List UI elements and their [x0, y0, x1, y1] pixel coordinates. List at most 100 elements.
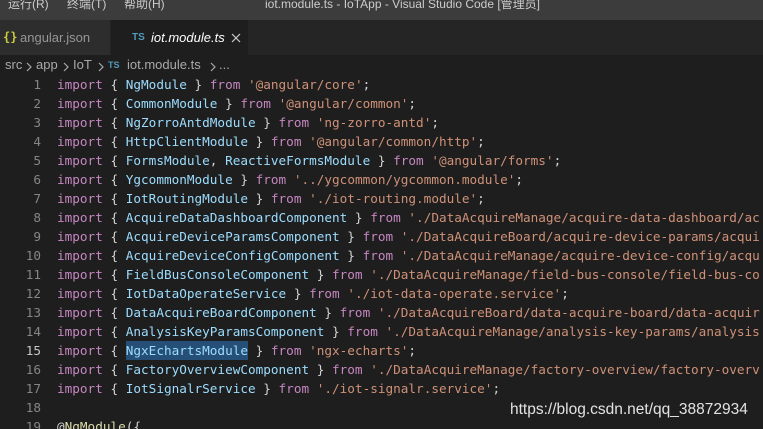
string-literal-token: '@angular/forms' [431, 153, 554, 168]
code-line[interactable]: import { YgcommonModule } from '../ygcom… [57, 170, 763, 189]
code-line[interactable]: import { NgxEchartsModule } from 'ngx-ec… [57, 341, 763, 360]
code-line[interactable]: import { FactoryOverviewComponent } from… [57, 360, 763, 379]
string-literal-token: './DataAcquireManage/acquire-data-dashbo… [408, 210, 760, 225]
keyword-token: import [57, 267, 103, 282]
keyword-token: from [332, 362, 363, 377]
breadcrumb-item-file[interactable]: iot.module.ts [127, 55, 201, 75]
tab-iot-module-ts[interactable]: TS iot.module.ts [111, 20, 248, 55]
punctuation-token: ; [561, 286, 569, 301]
keyword-token: from [362, 248, 394, 263]
breadcrumb-item-iot[interactable]: IoT [73, 55, 92, 75]
chevron-right-icon [96, 60, 106, 72]
code-line[interactable]: import { NgModule } from '@angular/core'… [57, 75, 763, 94]
identifier-token: IotRoutingModule [125, 191, 248, 206]
menu-run[interactable]: 运行(R) [8, 0, 49, 12]
punctuation-token: { [102, 286, 126, 301]
identifier-token: NgModule [125, 77, 187, 92]
punctuation-token: ; [408, 343, 417, 358]
keyword-token: import [57, 324, 103, 339]
tab-label: angular.json [20, 30, 91, 45]
punctuation-token: { [102, 324, 126, 339]
string-literal-token: './iot-routing.module' [309, 191, 478, 206]
punctuation-token: } [316, 305, 340, 320]
punctuation-token: } [186, 77, 210, 92]
code-line[interactable]: import { AnalysisKeyParamsComponent } fr… [57, 322, 763, 341]
keyword-token: from [370, 210, 401, 225]
line-number: 10 [25, 248, 41, 263]
punctuation-token: { [102, 191, 126, 206]
breadcrumb-item-symbols[interactable]: ... [219, 55, 230, 75]
typescript-file-icon: TS [108, 60, 120, 70]
punctuation-token: } [247, 191, 271, 206]
menu-terminal[interactable]: 终端(T) [67, 0, 106, 12]
breadcrumb-item-src[interactable]: src [5, 55, 22, 75]
keyword-token: import [57, 286, 103, 301]
code-lines[interactable]: import { NgModule } from '@angular/core'… [57, 75, 763, 429]
identifier-token: IotSignalrService [125, 381, 256, 396]
string-literal-token: '@angular/common/http' [309, 134, 478, 149]
punctuation-token: { [102, 229, 126, 244]
string-literal-token: './iot-signalr.service' [316, 381, 493, 396]
punctuation-token: } [247, 343, 271, 358]
code-line[interactable]: import { CommonModule } from '@angular/c… [57, 94, 763, 113]
chevron-right-icon [61, 60, 71, 72]
line-number: 4 [33, 134, 41, 149]
breadcrumb: src app IoT TS iot.module.ts ... [0, 55, 763, 75]
keyword-token: from [240, 96, 271, 111]
decorator-token: NgModule [64, 419, 126, 429]
string-literal-token: '../ygcommon/ygcommon.module' [293, 172, 516, 187]
keyword-token: from [270, 343, 302, 358]
punctuation-token [240, 77, 248, 92]
keyword-token: from [309, 286, 340, 301]
punctuation-token: { [102, 267, 126, 282]
breadcrumb-item-app[interactable]: app [36, 55, 58, 75]
menu-help[interactable]: 帮助(H) [124, 0, 165, 12]
punctuation-token: { [102, 172, 126, 187]
line-number: 11 [25, 267, 41, 282]
punctuation-token [378, 324, 386, 339]
tab-angular-json[interactable]: {} angular.json [0, 20, 110, 55]
code-line[interactable]: import { HttpClientModule } from '@angul… [57, 132, 763, 151]
keyword-token: import [57, 343, 103, 358]
punctuation-token: } [286, 286, 310, 301]
identifier-token: IotDataOperateService [125, 286, 287, 301]
line-number: 5 [33, 153, 41, 168]
close-icon[interactable] [228, 30, 244, 46]
keyword-token: import [57, 153, 103, 168]
chevron-right-icon [208, 60, 218, 72]
line-number: 3 [33, 115, 41, 130]
title-bar: 运行(R) 终端(T) 帮助(H) iot.module.ts - IoTApp… [0, 0, 763, 20]
code-line[interactable]: import { AcquireDeviceConfigComponent } … [57, 246, 763, 265]
string-literal-token: './DataAcquireManage/acquire-device-conf… [400, 248, 760, 263]
punctuation-token: } [339, 229, 363, 244]
code-line[interactable]: import { DataAcquireBoardComponent } fro… [57, 303, 763, 322]
punctuation-token: } [370, 153, 394, 168]
code-line[interactable]: import { AcquireDeviceParamsComponent } … [57, 227, 763, 246]
identifier-token: FieldBusConsoleComponent [125, 267, 310, 282]
code-editor[interactable]: 1 2 3 4 5 6 7 8 9 10 11 12 13 14 15 16 17 18 19 import { N… [0, 75, 763, 429]
punctuation-token: } [309, 267, 333, 282]
code-line[interactable]: import { AcquireDataDashboardComponent }… [57, 208, 763, 227]
punctuation-token: } [247, 134, 271, 149]
keyword-token: import [57, 96, 103, 111]
keyword-token: import [57, 172, 103, 187]
identifier-token: DataAcquireBoardComponent [125, 305, 317, 320]
code-line[interactable]: import { IotDataOperateService } from '.… [57, 284, 763, 303]
code-line[interactable]: import { FieldBusConsoleComponent } from… [57, 265, 763, 284]
keyword-token: import [57, 229, 103, 244]
tab-label: iot.module.ts [151, 30, 225, 45]
chevron-right-icon [24, 60, 34, 72]
keyword-token: import [57, 381, 103, 396]
code-line[interactable]: import { NgZorroAntdModule } from 'ng-zo… [57, 113, 763, 132]
identifier-token: ReactiveFormsModule [225, 153, 371, 168]
identifier-token: YgcommonModule [125, 172, 233, 187]
code-line[interactable]: import { IotSignalrService } from './iot… [57, 379, 763, 398]
code-line[interactable]: import { IotRoutingModule } from './iot-… [57, 189, 763, 208]
line-number: 12 [25, 286, 41, 301]
keyword-token: import [57, 362, 103, 377]
punctuation-token: ; [431, 115, 439, 130]
code-line[interactable]: import { FormsModule, ReactiveFormsModul… [57, 151, 763, 170]
keyword-token: from [270, 134, 302, 149]
identifier-token: AnalysisKeyParamsComponent [125, 324, 325, 339]
punctuation-token: { [102, 96, 126, 111]
